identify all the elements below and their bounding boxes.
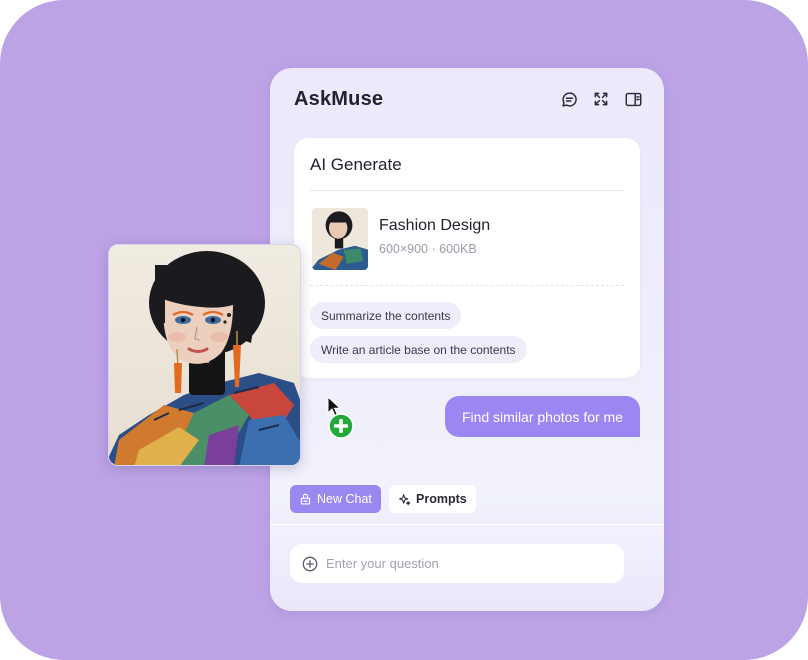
sparkle-icon (399, 493, 411, 505)
suggestion-write-article[interactable]: Write an article base on the contents (310, 336, 527, 363)
file-name: Fashion Design (379, 217, 491, 234)
new-chat-button[interactable]: New Chat (290, 485, 381, 513)
prompts-button[interactable]: Prompts (389, 485, 476, 513)
divider (310, 190, 624, 191)
ai-generate-card: AI Generate Fashion Design 600×900 · 600… (294, 138, 640, 378)
chat-bubble-icon[interactable] (560, 90, 578, 108)
file-meta: 600×900 · 600KB (379, 242, 477, 256)
askmuse-panel: AskMuse AI Generate Fashion Design 600×9… (270, 68, 664, 611)
sidebar-panel-icon[interactable] (624, 90, 642, 108)
dragged-photo[interactable] (108, 244, 301, 466)
prompts-label: Prompts (416, 492, 467, 506)
app-title: AskMuse (294, 88, 384, 110)
user-message-bubble: Find similar photos for me (444, 396, 640, 437)
file-thumbnail (312, 208, 368, 270)
composer (270, 524, 664, 611)
drop-add-icon (328, 413, 354, 439)
dashed-divider (310, 285, 624, 286)
add-circle-icon[interactable] (302, 556, 318, 572)
background-stage: AskMuse AI Generate Fashion Design 600×9… (0, 0, 808, 660)
suggestion-summarize[interactable]: Summarize the contents (310, 302, 462, 329)
expand-icon[interactable] (592, 90, 610, 108)
new-chat-icon (300, 493, 311, 505)
header-actions (560, 90, 642, 108)
question-input-box[interactable] (290, 544, 624, 583)
question-input[interactable] (326, 556, 606, 571)
new-chat-label: New Chat (317, 492, 372, 506)
card-title: AI Generate (310, 155, 402, 174)
